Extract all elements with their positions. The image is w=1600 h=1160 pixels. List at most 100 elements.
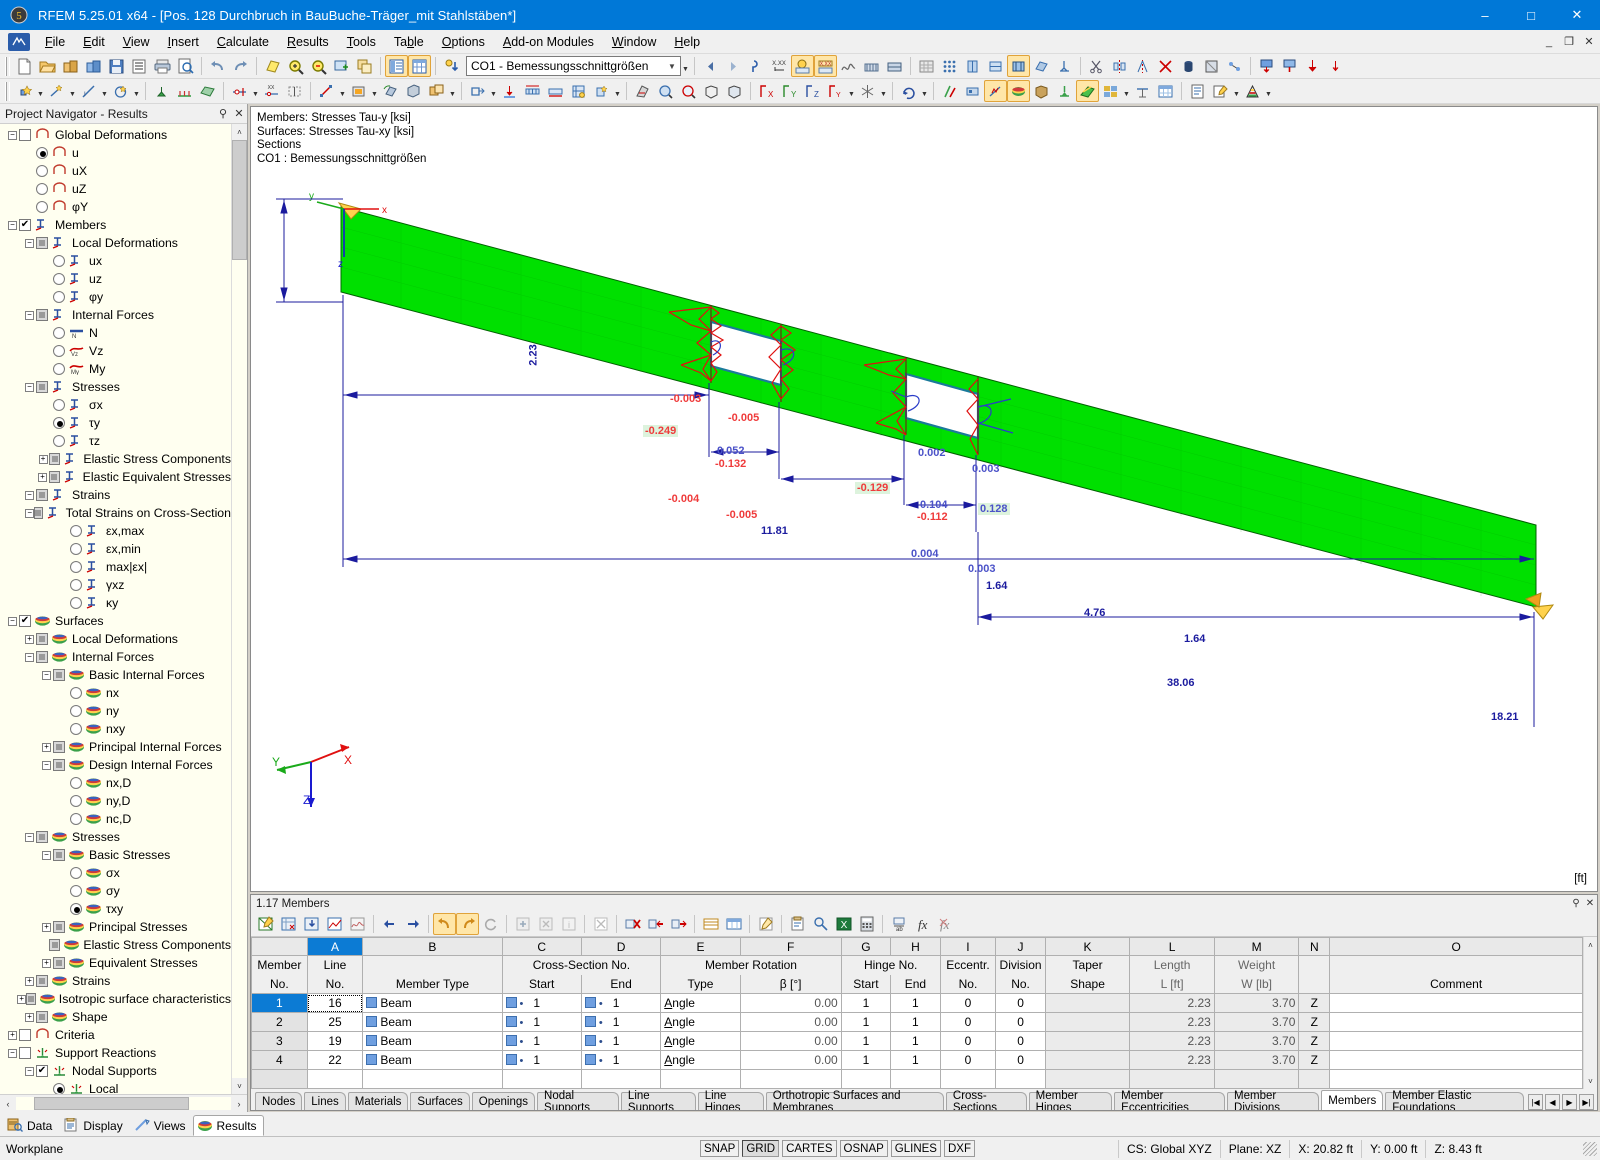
- cell-empty[interactable]: [1298, 1069, 1331, 1089]
- status-toggle-dxf[interactable]: DXF: [943, 1140, 975, 1157]
- cell-empty[interactable]: [362, 1069, 503, 1089]
- new-surface-icon[interactable]: [109, 80, 132, 102]
- cell-empty[interactable]: [840, 1069, 892, 1089]
- table-tab-member-eccentricities[interactable]: Member Eccentricities: [1114, 1090, 1226, 1110]
- tree-item-stresses[interactable]: − Stresses: [0, 378, 231, 396]
- table-import-icon[interactable]: [300, 913, 323, 935]
- cell-cs-start[interactable]: • 1: [501, 1012, 582, 1032]
- collapse-icon[interactable]: −: [6, 615, 19, 628]
- cell-empty[interactable]: [1213, 1069, 1300, 1089]
- app-menu-icon[interactable]: [8, 32, 30, 51]
- tree-item-support-reactions[interactable]: − Support Reactions: [0, 1044, 231, 1062]
- expand-icon[interactable]: +: [6, 1029, 19, 1042]
- table-tab-member-divisions[interactable]: Member Divisions: [1227, 1090, 1320, 1110]
- tree-checkbox[interactable]: ✔: [36, 1065, 48, 1077]
- cell-n[interactable]: Z: [1298, 1012, 1331, 1032]
- view-box2-icon[interactable]: [723, 80, 746, 102]
- expand-icon[interactable]: +: [40, 741, 53, 754]
- column-header-N[interactable]: N: [1298, 937, 1331, 956]
- add-result-icon[interactable]: [590, 80, 613, 102]
- tree-item-nc-d[interactable]: nc,D: [0, 810, 231, 828]
- cell-rotation-type[interactable]: Angle: [660, 993, 741, 1013]
- expand-icon[interactable]: +: [37, 453, 49, 466]
- scroll-down-icon[interactable]: ˅: [232, 1078, 247, 1094]
- cell-hinge-end[interactable]: 1: [890, 1031, 941, 1051]
- table-view-grid-icon[interactable]: [722, 913, 745, 935]
- tree-item-local-deformations[interactable]: + Local Deformations: [0, 630, 231, 648]
- cell-division-no[interactable]: 0: [995, 1031, 1046, 1051]
- cell-eccentricity-no[interactable]: 0: [939, 1031, 997, 1051]
- cell-cs-start[interactable]: • 1: [501, 1031, 582, 1051]
- expand-icon[interactable]: +: [40, 957, 53, 970]
- load-combination-icon[interactable]: [521, 80, 544, 102]
- cell-rotation-type[interactable]: Angle: [660, 1050, 741, 1070]
- tree-radio[interactable]: [36, 147, 48, 159]
- table-view-rows-icon[interactable]: [699, 913, 722, 935]
- table-formula-ab-icon[interactable]: ab: [887, 913, 910, 935]
- copy-view-icon[interactable]: [353, 55, 376, 77]
- window-maximize-button[interactable]: □: [1508, 0, 1554, 30]
- tree-partial-checkbox[interactable]: [36, 633, 48, 645]
- menu-help[interactable]: Help: [665, 32, 709, 52]
- tree-checkbox[interactable]: [19, 1029, 31, 1041]
- menu-edit[interactable]: Edit: [74, 32, 114, 52]
- solid-model-icon[interactable]: [1200, 55, 1223, 77]
- tree-radio[interactable]: [70, 723, 82, 735]
- new-member-dropdown-icon[interactable]: ▼: [100, 80, 109, 102]
- cell-eccentricity-no[interactable]: 0: [939, 1050, 997, 1070]
- tree-item-ny-d[interactable]: ny,D: [0, 792, 231, 810]
- column-header-E[interactable]: E: [660, 937, 741, 956]
- tree-item-stresses[interactable]: − Stresses: [0, 828, 231, 846]
- section-tool-icon[interactable]: [1131, 80, 1154, 102]
- tree-item-basic-internal-forces[interactable]: − Basic Internal Forces: [0, 666, 231, 684]
- result-sections-icon[interactable]: [860, 55, 883, 77]
- table-display-icon[interactable]: [1154, 80, 1177, 102]
- cell-hinge-start[interactable]: 1: [840, 993, 892, 1013]
- bottom-tab-display[interactable]: Display: [59, 1115, 129, 1136]
- tree-partial-checkbox[interactable]: [36, 651, 48, 663]
- cell-comment[interactable]: [1329, 1012, 1583, 1032]
- calculate-dropdown-icon[interactable]: ▼: [489, 80, 498, 102]
- select-objects-dropdown-icon[interactable]: ▼: [338, 80, 347, 102]
- cell-hinge-end[interactable]: 1: [890, 1012, 941, 1032]
- zoom-all-icon[interactable]: [677, 80, 700, 102]
- result-values-icon[interactable]: [745, 55, 768, 77]
- chevron-down-icon[interactable]: ▼: [664, 62, 680, 71]
- tree-item-uz[interactable]: uz: [0, 270, 231, 288]
- view-box-icon[interactable]: [700, 80, 723, 102]
- save-all-icon[interactable]: [128, 55, 151, 77]
- table-info-icon[interactable]: i: [557, 913, 580, 935]
- cell-line-no[interactable]: 25: [306, 1012, 364, 1032]
- cell-line-no[interactable]: 19: [306, 1031, 364, 1051]
- display-supports-icon[interactable]: [1053, 80, 1076, 102]
- tree-item-internal-forces[interactable]: − Internal Forces: [0, 648, 231, 666]
- cell-rotation-type[interactable]: Angle: [660, 1031, 741, 1051]
- cell-empty[interactable]: [580, 1069, 662, 1089]
- surface-display-2-icon[interactable]: [984, 55, 1007, 77]
- tree-item-isotropic-surface-characteristics[interactable]: + Isotropic surface characteristics: [0, 990, 231, 1008]
- tree-radio[interactable]: [70, 903, 82, 915]
- table-row[interactable]: 1 16 Beam • 1 • 1 Angle 0.00 1 1 0 0 2.23 3.70 Z: [251, 993, 1583, 1013]
- solid-copy-dropdown-icon[interactable]: ▼: [448, 80, 457, 102]
- cell-member-type[interactable]: Beam: [362, 1031, 503, 1051]
- cell-member-no[interactable]: 1: [251, 993, 308, 1013]
- table-edit-icon[interactable]: [254, 913, 277, 935]
- collapse-icon[interactable]: −: [23, 489, 36, 502]
- pin-icon[interactable]: ⚲: [215, 107, 231, 120]
- cell-eccentricity-no[interactable]: 0: [939, 993, 997, 1013]
- tree-item-max-x[interactable]: max|εx|: [0, 558, 231, 576]
- scroll-right-icon[interactable]: ›: [231, 1099, 247, 1109]
- print-icon[interactable]: [151, 55, 174, 77]
- printout-report-icon[interactable]: [1186, 80, 1209, 102]
- cell-hinge-end[interactable]: 1: [890, 1050, 941, 1070]
- table-tab-line-supports[interactable]: Line Supports: [620, 1090, 696, 1110]
- tree-item-xz[interactable]: γxz: [0, 576, 231, 594]
- tree-radio[interactable]: [53, 273, 65, 285]
- display-surface-results-icon[interactable]: [1007, 80, 1030, 102]
- cell-n[interactable]: Z: [1298, 1031, 1331, 1051]
- tab-last-button[interactable]: ▶|: [1579, 1094, 1594, 1110]
- table-add-row-icon[interactable]: [667, 913, 690, 935]
- printout-settings-icon[interactable]: [1209, 80, 1232, 102]
- zoom-out-icon[interactable]: [307, 55, 330, 77]
- collapse-icon[interactable]: −: [6, 219, 19, 232]
